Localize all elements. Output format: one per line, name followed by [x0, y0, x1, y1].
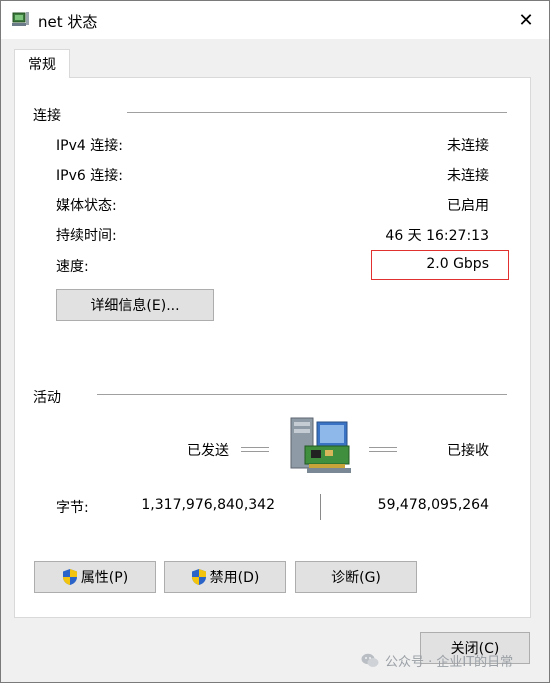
ipv4-label: IPv4 连接: [56, 138, 123, 154]
details-button[interactable]: 详细信息(E)... [56, 289, 214, 321]
details-button-label: 详细信息(E)... [90, 298, 180, 314]
connection-separator [127, 112, 507, 113]
activity-group-title: 活动 [33, 390, 61, 406]
disable-button[interactable]: 禁用(D) [164, 561, 286, 593]
network-icon [12, 12, 29, 26]
watermark: 公众号 · 企业IT的日常 [361, 651, 513, 670]
duration-label: 持续时间: [56, 228, 117, 244]
media-state-value: 已启用 [447, 198, 489, 214]
bytes-received-value: 59,478,095,264 [377, 497, 489, 513]
uac-shield-icon [191, 569, 206, 585]
duration-value: 46 天 16:27:13 [385, 228, 489, 244]
diagnose-button[interactable]: 诊断(G) [295, 561, 417, 593]
ipv6-label: IPv6 连接: [56, 168, 123, 184]
network-adapter-icon [290, 417, 351, 473]
watermark-text: 公众号 · 企业IT的日常 [385, 655, 514, 670]
properties-button-label: 属性(P) [80, 570, 129, 586]
close-window-button[interactable]: ✕ [503, 1, 549, 39]
sent-label: 已发送 [187, 443, 229, 459]
general-panel: 连接 IPv4 连接: 未连接 IPv6 连接: 未连接 媒体状态: 已启用 持… [14, 77, 531, 618]
activity-separator [97, 394, 507, 395]
received-dash [369, 447, 397, 452]
wechat-icon [361, 653, 379, 667]
title-bar: net 状态 ✕ [1, 1, 549, 39]
ipv4-value: 未连接 [447, 138, 489, 154]
speed-value: 2.0 Gbps [426, 256, 489, 272]
media-state-label: 媒体状态: [56, 198, 117, 214]
bytes-label: 字节: [56, 500, 89, 516]
tab-label: 常规 [28, 57, 56, 73]
properties-button[interactable]: 属性(P) [34, 561, 156, 593]
window-title: net 状态 [38, 13, 98, 31]
sent-dash [241, 447, 269, 452]
diagnose-button-label: 诊断(G) [331, 570, 381, 586]
close-icon: ✕ [518, 9, 534, 31]
bytes-sent-value: 1,317,976,840,342 [141, 497, 275, 513]
uac-shield-icon [62, 569, 77, 585]
tab-general[interactable]: 常规 [14, 49, 70, 78]
connection-group-title: 连接 [33, 108, 61, 124]
bytes-divider [320, 494, 321, 520]
status-dialog: net 状态 ✕ 常规 连接 IPv4 连接: 未连接 IPv6 连接: 未连接… [0, 0, 550, 683]
received-label: 已接收 [447, 443, 489, 459]
disable-button-label: 禁用(D) [209, 570, 260, 586]
ipv6-value: 未连接 [447, 168, 489, 184]
speed-label: 速度: [56, 259, 89, 275]
